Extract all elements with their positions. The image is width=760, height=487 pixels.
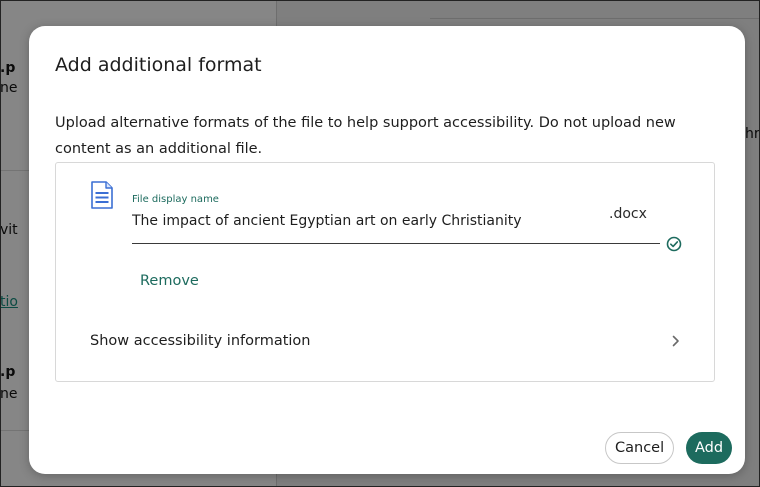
remove-file-button[interactable]: Remove [140,273,199,289]
file-display-name-input[interactable] [132,213,552,229]
document-icon [91,181,113,209]
show-accessibility-toggle[interactable]: Show accessibility information [57,323,713,359]
add-button[interactable]: Add [686,432,733,464]
background-top-line [430,18,760,19]
file-display-name-label: File display name [132,194,219,205]
add-format-dialog: Add additional format Upload alternative… [29,26,745,474]
background-text-fragment: ne [0,80,18,96]
dialog-title: Add additional format [55,54,262,76]
cancel-button[interactable]: Cancel [605,432,675,464]
file-input-underline [132,243,660,244]
check-circle-icon [666,236,682,252]
chevron-right-icon [672,335,679,347]
background-link-fragment: tio [0,294,18,310]
background-text-fragment: hr [745,126,760,142]
background-text-fragment: .p [0,364,16,380]
background-text-fragment: vit [0,222,18,238]
file-extension: .docx [609,206,647,222]
background-text-fragment: ne [0,386,18,402]
file-card: File display name .docx Remove Show acce… [55,162,715,382]
accessibility-info-label: Show accessibility information [90,333,311,349]
dialog-description: Upload alternative formats of the file t… [55,115,676,157]
background-text-fragment: .p [0,60,16,76]
